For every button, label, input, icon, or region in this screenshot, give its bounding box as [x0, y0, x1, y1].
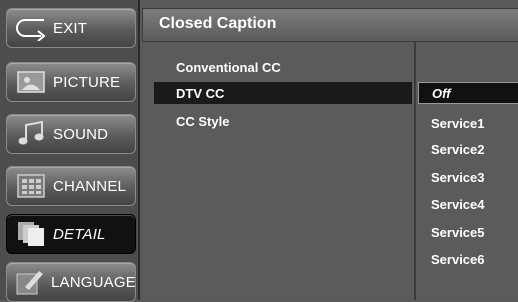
option-label: Service4 [431, 196, 485, 212]
sidebar: EXIT PICTURE SOUND CHANNEL DETAIL LANGUA… [0, 0, 140, 302]
music-note-icon [15, 121, 47, 147]
sidebar-item-label: PICTURE [53, 73, 121, 91]
sidebar-item-detail[interactable]: DETAIL [6, 214, 136, 254]
sidebar-item-channel[interactable]: CHANNEL [6, 166, 136, 206]
menu-item-label: DTV CC [176, 85, 225, 101]
sidebar-item-label: LANGUAGE [51, 273, 136, 291]
stacked-pages-icon [15, 221, 47, 247]
option-label: Service3 [431, 169, 485, 185]
menu-item-dtv-cc[interactable]: DTV CC [154, 82, 412, 104]
menu-item-label: Conventional CC [176, 59, 281, 75]
caption-menu-list: Conventional CC DTV CC CC Style [142, 42, 416, 300]
option-label: Service1 [431, 115, 485, 131]
header-bar: Closed Caption [142, 8, 518, 42]
sidebar-item-label: SOUND [53, 125, 109, 143]
sidebar-item-picture[interactable]: PICTURE [6, 62, 136, 102]
sidebar-item-sound[interactable]: SOUND [6, 114, 136, 154]
dtv-cc-options-list: Off Service1 Service2 Service3 Service4 … [416, 42, 518, 300]
return-arrow-icon [11, 15, 49, 41]
option-label: Off [432, 85, 451, 101]
option-label: Service2 [431, 141, 485, 157]
option-service3[interactable]: Service3 [418, 166, 518, 188]
sidebar-item-language[interactable]: LANGUAGE [6, 262, 136, 302]
option-label: Service6 [431, 251, 485, 267]
sidebar-item-label: DETAIL [53, 225, 106, 243]
exit-button[interactable]: EXIT [6, 8, 136, 48]
content-panel: Conventional CC DTV CC CC Style Off Serv… [142, 42, 518, 300]
option-label: Service5 [431, 224, 485, 240]
page-title: Closed Caption [159, 15, 277, 32]
channel-grid-icon [15, 173, 47, 199]
option-off[interactable]: Off [418, 82, 518, 104]
option-service6[interactable]: Service6 [418, 248, 518, 270]
menu-item-cc-style[interactable]: CC Style [154, 110, 412, 132]
option-service2[interactable]: Service2 [418, 138, 518, 160]
sidebar-item-label: CHANNEL [53, 177, 127, 195]
option-service5[interactable]: Service5 [418, 221, 518, 243]
menu-item-conventional-cc[interactable]: Conventional CC [154, 56, 412, 78]
language-pen-icon [15, 269, 45, 295]
option-service4[interactable]: Service4 [418, 193, 518, 215]
menu-item-label: CC Style [176, 113, 230, 129]
picture-icon [15, 69, 47, 95]
option-service1[interactable]: Service1 [418, 112, 518, 134]
exit-label: EXIT [53, 19, 88, 37]
